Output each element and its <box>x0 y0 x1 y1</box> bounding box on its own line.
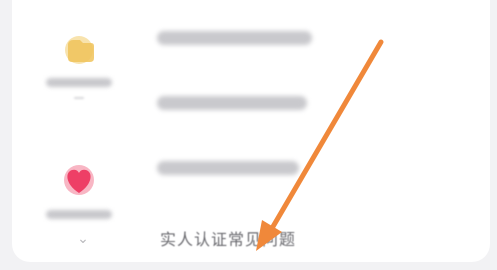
annotation-arrow <box>256 39 384 251</box>
